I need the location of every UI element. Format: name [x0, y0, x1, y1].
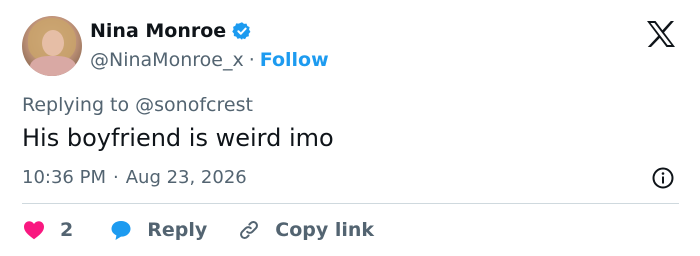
- reply-button[interactable]: Reply: [109, 218, 207, 242]
- avatar-face: [42, 30, 64, 56]
- tweet-meta: 10:36 PM · Aug 23, 2026: [22, 167, 247, 188]
- link-icon: [240, 221, 259, 239]
- like-count: 2: [60, 219, 74, 241]
- heart-icon: [24, 221, 44, 240]
- avatar[interactable]: [22, 16, 82, 76]
- follow-button[interactable]: Follow: [260, 49, 329, 71]
- author-handle[interactable]: @NinaMonroe_x: [90, 49, 244, 71]
- author-name-row: Nina Monroe: [90, 20, 252, 42]
- tweet-date[interactable]: Aug 23, 2026: [126, 167, 247, 188]
- x-logo-icon[interactable]: [646, 20, 676, 48]
- tweet-time[interactable]: 10:36 PM: [22, 167, 106, 188]
- handle-separator: ·: [248, 49, 255, 71]
- author-handle-row: @NinaMonroe_x · Follow: [90, 49, 329, 71]
- meta-separator: ·: [112, 167, 119, 188]
- action-bar: 2 Reply Copy link: [22, 215, 374, 245]
- author-name[interactable]: Nina Monroe: [90, 20, 226, 42]
- tweet-card: Nina Monroe @NinaMonroe_x · Follow Reply…: [0, 0, 700, 256]
- like-button[interactable]: 2: [22, 218, 73, 242]
- speech-bubble-icon: [111, 221, 131, 240]
- copy-link-button[interactable]: Copy link: [237, 218, 374, 242]
- replying-to: Replying to @sonofcrest: [22, 94, 253, 116]
- tweet-text: His boyfriend is weird imo: [22, 124, 334, 152]
- verified-badge-icon: [232, 22, 251, 40]
- copy-link-label: Copy link: [275, 219, 375, 241]
- divider: [22, 203, 679, 204]
- avatar-body: [30, 56, 76, 76]
- info-icon[interactable]: [651, 166, 675, 190]
- reply-label: Reply: [147, 219, 208, 241]
